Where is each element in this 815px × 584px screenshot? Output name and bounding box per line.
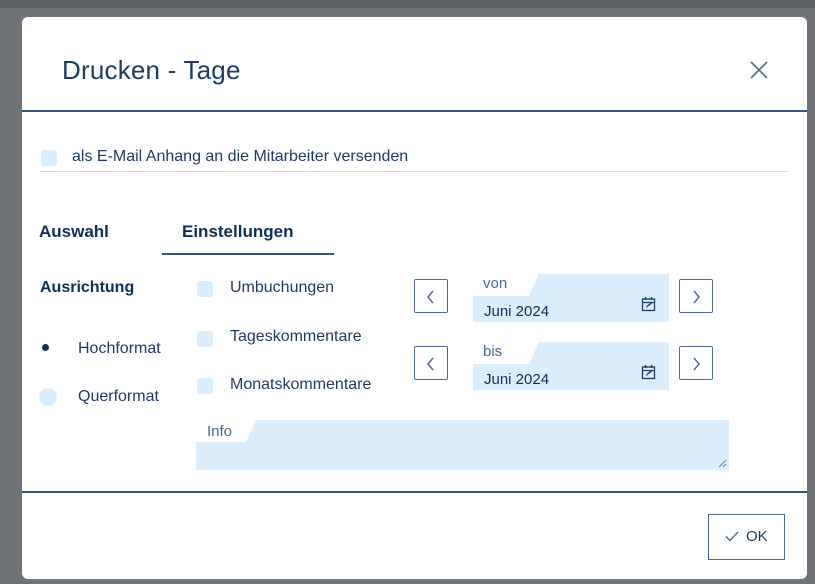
chevron-left-icon xyxy=(427,357,434,371)
tab-einstellungen[interactable]: Einstellungen xyxy=(182,222,293,242)
chevron-left-icon xyxy=(427,290,434,304)
to-prev-button[interactable] xyxy=(414,346,448,380)
radio-hochformat[interactable] xyxy=(37,339,55,357)
orientation-heading: Ausrichtung xyxy=(40,279,135,296)
to-caption: bis xyxy=(483,343,503,360)
check-icon xyxy=(725,531,739,542)
chevron-right-icon xyxy=(693,357,700,371)
email-attachment-checkbox[interactable] xyxy=(41,150,57,166)
dialog-header: Drucken - Tage xyxy=(22,17,807,112)
resize-grip-icon[interactable] xyxy=(718,459,727,468)
calendar-edit-icon[interactable] xyxy=(641,364,657,380)
from-next-button[interactable] xyxy=(679,279,713,313)
info-field-background xyxy=(196,420,729,470)
tab-auswahl[interactable]: Auswahl xyxy=(39,222,109,242)
email-attachment-label: als E-Mail Anhang an die Mitarbeiter ver… xyxy=(72,148,409,165)
email-divider xyxy=(40,171,787,172)
print-dialog: Drucken - Tage als E-Mail Anhang an die … xyxy=(22,17,807,579)
header-divider xyxy=(22,110,807,112)
from-caption: von xyxy=(483,275,508,292)
from-value: Juni 2024 xyxy=(484,303,550,320)
from-prev-button[interactable] xyxy=(414,279,448,313)
backdrop-band xyxy=(0,0,815,8)
tageskommentare-label: Tageskommentare xyxy=(230,328,362,345)
calendar-edit-icon[interactable] xyxy=(641,296,657,312)
info-caption: Info xyxy=(207,423,233,440)
radio-hochformat-label: Hochformat xyxy=(78,340,161,357)
umbuchungen-checkbox[interactable] xyxy=(197,281,213,297)
radio-querformat-label: Querformat xyxy=(78,388,159,405)
close-icon[interactable] xyxy=(746,57,772,83)
to-value: Juni 2024 xyxy=(484,371,550,388)
dialog-title: Drucken - Tage xyxy=(62,55,241,85)
monatskommentare-checkbox[interactable] xyxy=(197,378,213,394)
tageskommentare-checkbox[interactable] xyxy=(197,331,213,347)
footer-divider xyxy=(22,491,807,493)
to-next-button[interactable] xyxy=(679,346,713,380)
monatskommentare-label: Monatskommentare xyxy=(230,376,372,393)
ok-label: OK xyxy=(746,528,768,545)
active-tab-indicator xyxy=(162,253,334,255)
umbuchungen-label: Umbuchungen xyxy=(230,279,335,296)
radio-querformat[interactable] xyxy=(39,388,57,406)
chevron-right-icon xyxy=(693,290,700,304)
ok-button[interactable]: OK xyxy=(708,514,785,560)
info-textarea[interactable]: Info xyxy=(196,420,729,470)
